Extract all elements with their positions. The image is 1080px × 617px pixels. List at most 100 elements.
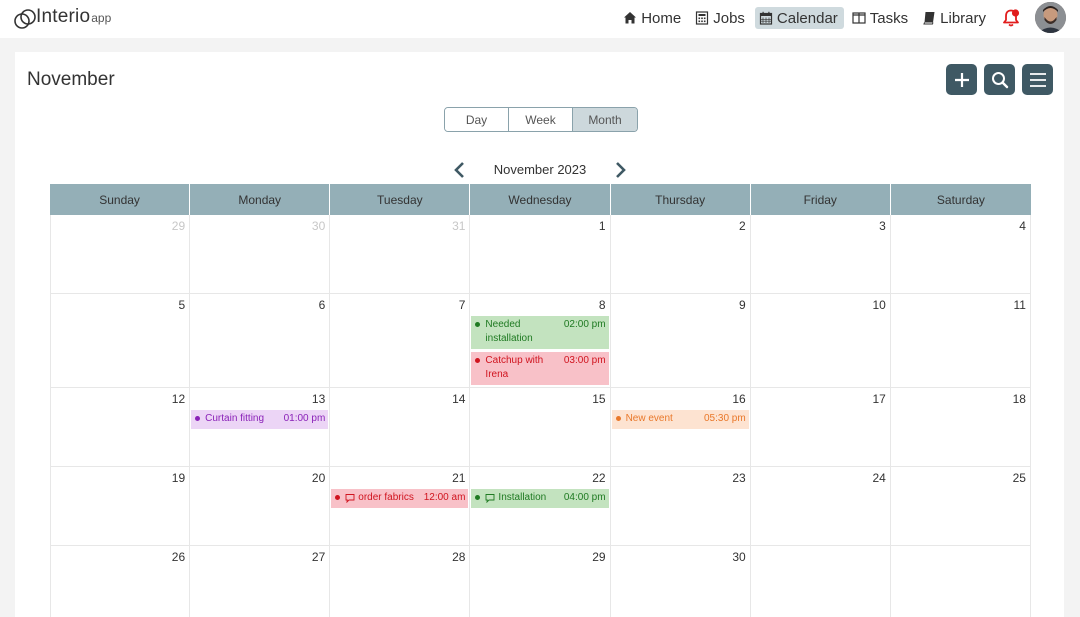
- calendar-event[interactable]: New event 05:30 pm: [611, 410, 749, 429]
- view-week-button[interactable]: Week: [509, 108, 573, 131]
- calendar-event[interactable]: Installation 04:00 pm: [471, 489, 609, 508]
- event-title: New event: [625, 413, 673, 424]
- calendar-day-cell[interactable]: 13 Curtain fitting 01:00 pm: [190, 388, 331, 467]
- view-day-button[interactable]: Day: [445, 108, 509, 131]
- calendar-day-cell[interactable]: 28: [330, 546, 471, 617]
- event-time: 03:00 pm: [563, 355, 606, 366]
- day-number: 19: [171, 471, 186, 485]
- brand-name: Interio: [36, 6, 91, 27]
- calendar-day-cell[interactable]: 11: [890, 294, 1031, 388]
- brand-suffix: app: [91, 11, 112, 25]
- search-button[interactable]: [984, 64, 1015, 95]
- event-title: Curtain fitting: [205, 413, 265, 424]
- calendar-day-cell[interactable]: 30: [611, 546, 751, 617]
- add-event-button[interactable]: [946, 64, 977, 95]
- event-time: 01:00 pm: [283, 413, 326, 424]
- hamburger-icon: [1029, 72, 1046, 87]
- nav-calendar-label: Calendar: [776, 9, 838, 27]
- calendar-day-cell[interactable]: 18: [890, 388, 1031, 467]
- calendar-day-cell[interactable]: 23: [610, 467, 751, 546]
- event-dot-icon: [475, 322, 481, 327]
- menu-button[interactable]: [1022, 64, 1053, 95]
- notification-bell-icon[interactable]: [1001, 8, 1021, 28]
- day-number: 26: [171, 550, 186, 564]
- calendar-card: November Day Week Month November 2023 Su…: [15, 52, 1064, 617]
- nav-jobs[interactable]: Jobs: [691, 7, 751, 29]
- calendar-day-cell[interactable]: 30: [190, 215, 331, 294]
- day-number: 3: [879, 219, 886, 233]
- calendar-event[interactable]: order fabrics 12:00 am: [331, 489, 469, 508]
- event-info: Installation: [475, 491, 546, 505]
- calendar-day-cell[interactable]: 14: [330, 388, 471, 467]
- logo-rings-icon: [14, 9, 36, 29]
- calendar-day-cell[interactable]: 24: [750, 467, 891, 546]
- day-number: 5: [178, 298, 186, 312]
- month-grid: Sunday Monday Tuesday Wednesday Thursday…: [50, 184, 1031, 617]
- calendar-day-cell[interactable]: 16 New event 05:30 pm: [610, 388, 751, 467]
- calendar-week-row: 12 13 Curtain fitting 01:00 pm 14 15 16 New eve…: [50, 388, 1031, 467]
- weekday-label: Monday: [190, 184, 331, 215]
- weekday-label: Tuesday: [330, 184, 471, 215]
- day-number: 27: [311, 550, 326, 564]
- event-dot-icon: [475, 495, 481, 500]
- calendar-event[interactable]: Catchup with Irena 03:00 pm: [471, 352, 609, 385]
- current-month-label: November 2023: [493, 162, 587, 177]
- calendar-day-cell[interactable]: 19: [50, 467, 191, 546]
- calendar-event[interactable]: Curtain fitting 01:00 pm: [191, 410, 329, 429]
- calendar-day-cell[interactable]: 29: [470, 546, 611, 617]
- calendar-day-cell[interactable]: 3: [750, 215, 891, 294]
- nav-home-label: Home: [641, 9, 682, 27]
- calendar-event[interactable]: Needed installation 02:00 pm: [471, 316, 609, 349]
- calendar-day-cell[interactable]: [891, 546, 1031, 617]
- day-number: 1: [598, 219, 606, 233]
- event-title: Catchup with Irena: [485, 355, 544, 380]
- view-month-button[interactable]: Month: [573, 108, 637, 131]
- day-number: 17: [872, 392, 886, 406]
- calendar-day-cell[interactable]: 15: [470, 388, 611, 467]
- calendar-day-cell[interactable]: [751, 546, 891, 617]
- calendar-day-cell[interactable]: 29: [50, 215, 191, 294]
- weekday-label: Sunday: [50, 184, 191, 215]
- nav-library[interactable]: Library: [918, 7, 992, 29]
- calendar-day-cell[interactable]: 6: [190, 294, 331, 388]
- calendar-day-cell[interactable]: 9: [610, 294, 751, 388]
- day-number: 18: [1012, 392, 1026, 406]
- calendar-week-row: 26 27 28 29 30: [50, 546, 1031, 617]
- calendar-day-cell[interactable]: 2: [610, 215, 751, 294]
- nav-tasks[interactable]: Tasks: [848, 7, 914, 29]
- calendar-day-cell[interactable]: 7: [330, 294, 471, 388]
- calendar-icon: [759, 11, 773, 25]
- calendar-day-cell[interactable]: 25: [890, 467, 1031, 546]
- calendar-day-cell[interactable]: 31: [330, 215, 471, 294]
- calendar-day-cell[interactable]: 1: [470, 215, 611, 294]
- day-number: 30: [311, 219, 326, 233]
- calendar-day-cell[interactable]: 5: [50, 294, 191, 388]
- next-month-icon[interactable]: [613, 161, 627, 179]
- day-number: 30: [732, 550, 746, 564]
- user-avatar[interactable]: [1035, 2, 1066, 33]
- calendar-day-cell[interactable]: 17: [750, 388, 891, 467]
- calendar-day-cell[interactable]: 8 Needed installation 02:00 pm Catchup with…: [470, 294, 611, 388]
- day-number: 25: [1012, 471, 1026, 485]
- day-number: 11: [1013, 298, 1026, 312]
- calendar-day-cell[interactable]: 20: [190, 467, 331, 546]
- app-logo[interactable]: Interio app: [14, 6, 111, 30]
- event-info: Needed installation: [475, 318, 559, 346]
- calendar-day-cell[interactable]: 12: [50, 388, 191, 467]
- main-nav: Home Jobs Calendar Tasks Library: [619, 7, 992, 29]
- calendar-day-cell[interactable]: 27: [190, 546, 331, 617]
- event-title: order fabrics: [358, 492, 414, 503]
- event-dot-icon: [335, 495, 341, 500]
- nav-calendar[interactable]: Calendar: [754, 7, 844, 29]
- calendar-day-cell[interactable]: 22 Installation 04:00 pm: [470, 467, 611, 546]
- day-number: 29: [171, 219, 186, 233]
- nav-tasks-label: Tasks: [869, 9, 909, 27]
- calendar-day-cell[interactable]: 26: [50, 546, 191, 617]
- calendar-day-cell[interactable]: 21 order fabrics 12:00 am: [330, 467, 471, 546]
- event-dot-icon: [615, 416, 621, 421]
- day-number: 21: [452, 471, 466, 485]
- nav-home[interactable]: Home: [619, 7, 687, 29]
- day-number: 16: [732, 392, 746, 406]
- calendar-day-cell[interactable]: 4: [890, 215, 1031, 294]
- calendar-day-cell[interactable]: 10: [750, 294, 891, 388]
